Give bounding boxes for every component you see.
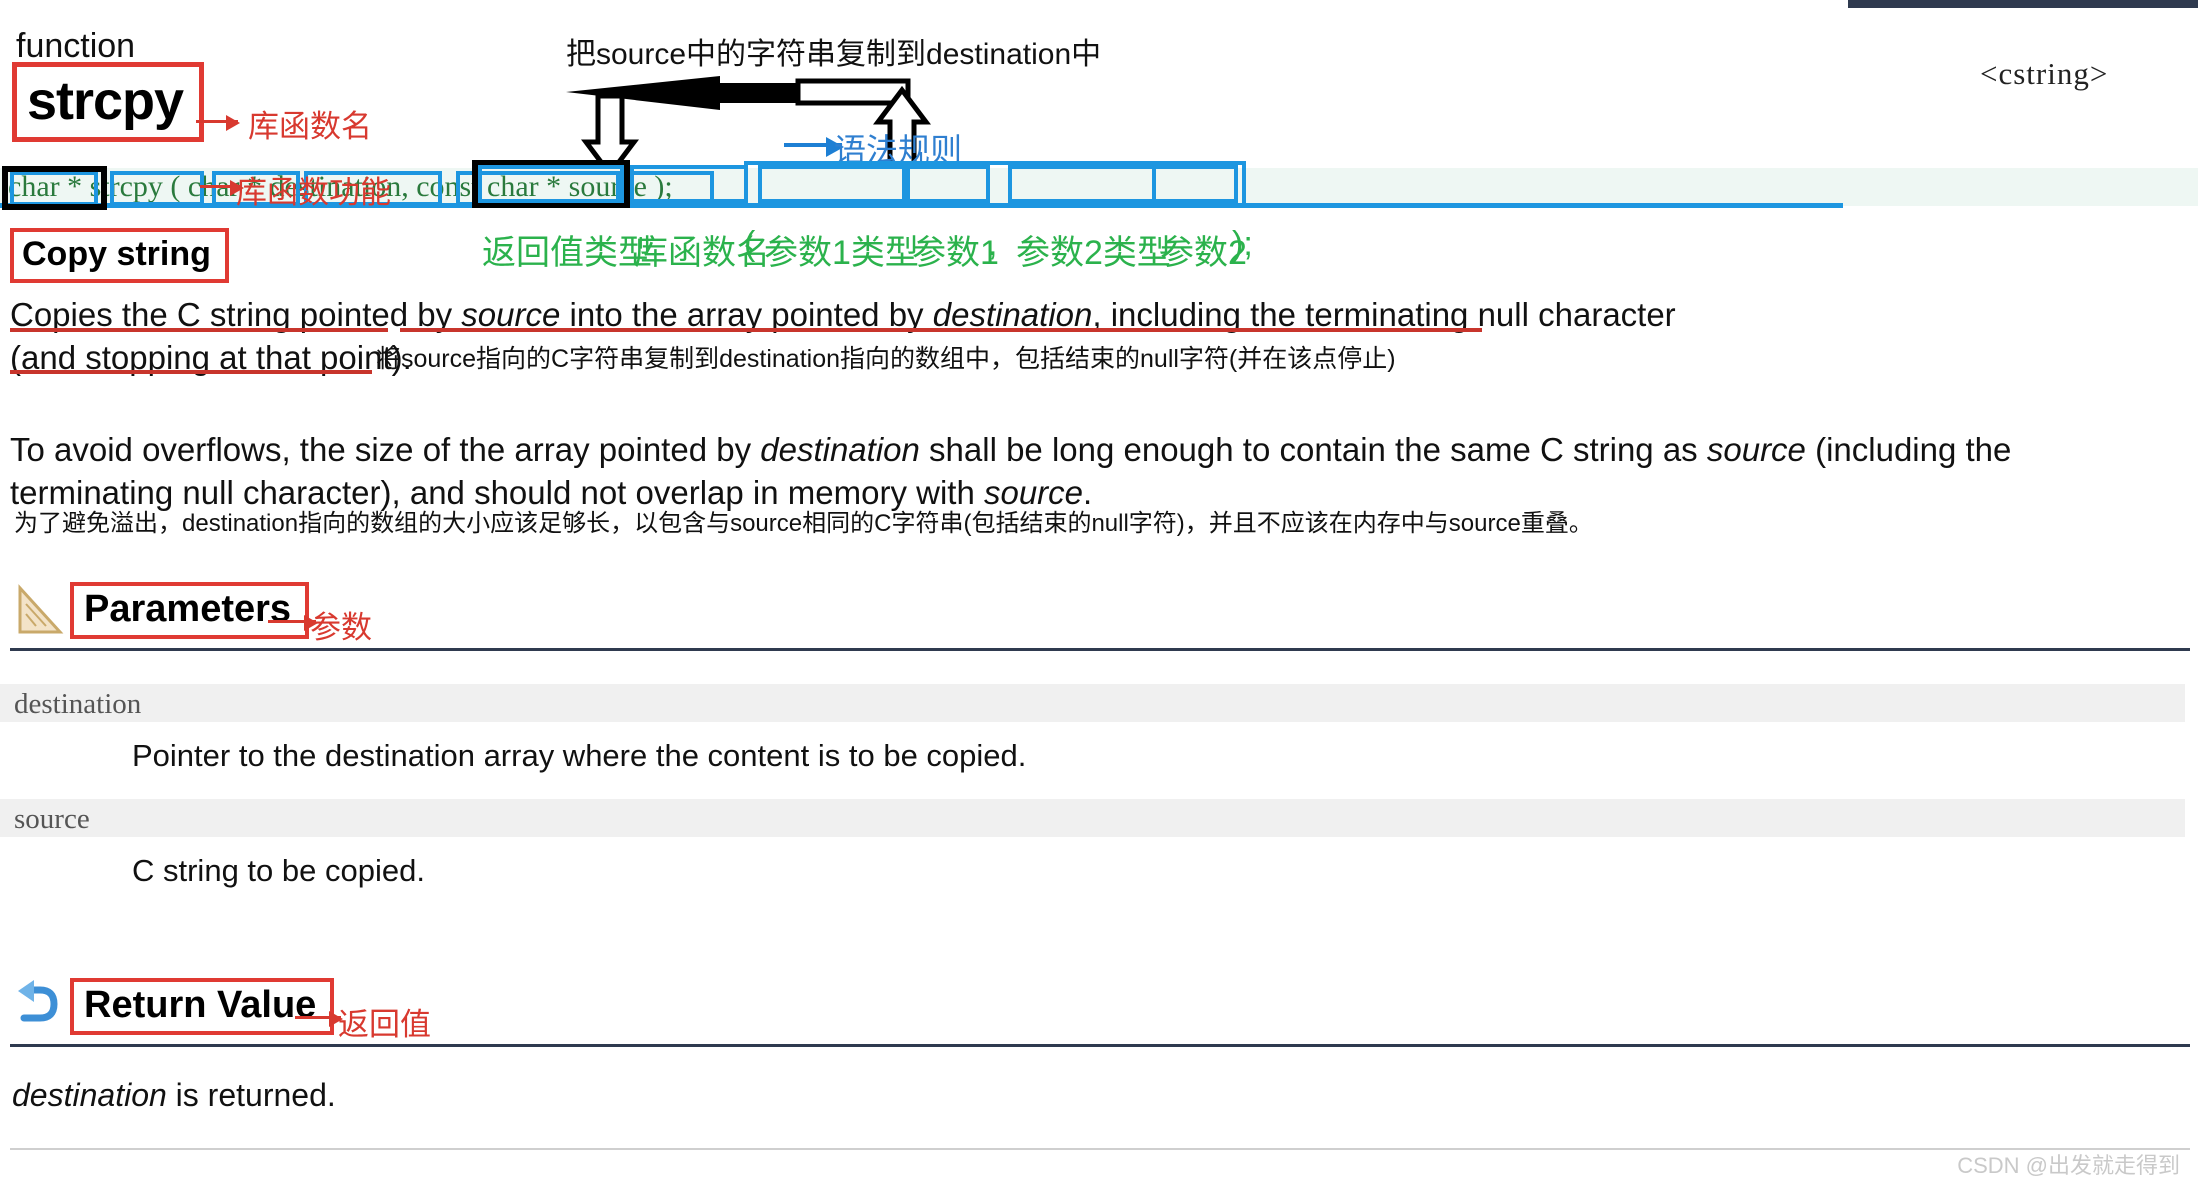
annotation-label-summary: 库函数功能 [236,175,391,210]
function-name-title: strcpy [12,62,205,142]
schema-box-return-type [478,165,624,203]
csdn-watermark: CSDN @出发就走得到 [1957,1153,2180,1178]
description-line-2-cn: 将source指向的C字符串复制到destination指向的数组中，包括结束的… [376,345,1396,373]
description-paragraph-2: To avoid overflows, the size of the arra… [10,428,2150,514]
return-value-section-rule [10,1044,2190,1047]
top-annotation-text: 把source中的字符串复制到destination中 [566,38,1102,71]
schema-box-all-params [744,161,1246,207]
parameters-heading: Parameters [70,582,310,639]
schema-param1-type: 参数1类型 [764,234,919,272]
desc-underline-1 [10,328,388,332]
parameter-name-band-2 [0,799,2185,837]
top-rule [1848,0,2198,8]
parameters-section-rule [10,648,2190,651]
return-value-heading: Return Value [70,978,335,1035]
annotation-arrow-function-name [196,115,240,131]
schema-close-paren: ); [1232,225,1253,263]
desc2-text-a: To avoid overflows, the size of the arra… [10,431,761,468]
annotation-label-parameters: 参数 [310,610,372,645]
annotation-label-function-name: 库函数名 [248,109,372,144]
schema-comma: , [988,225,998,263]
schema-open-paren: ( [744,225,756,263]
bottom-rule [10,1148,2190,1150]
return-arrow-icon [18,980,58,1022]
schema-param2-type: 参数2类型 [1016,234,1171,272]
desc2-em-source-1: source [1706,431,1806,468]
desc2-text-d: . [1083,474,1093,511]
desc2-em-source-2: source [983,474,1084,511]
function-summary-title: Copy string [10,228,229,283]
desc2-text-b: shall be long enough to contain the same… [919,431,1698,468]
page-kind-label: function [16,27,136,65]
desc2-em-destination: destination [760,431,920,468]
ruler-triangle-icon [18,584,64,634]
return-value-text: destination is returned. [12,1077,336,1114]
include-header-label: <cstring> [1980,56,2109,91]
annotation-arrow-return-value [295,1011,343,1027]
return-value-em-destination: destination [12,1077,167,1113]
parameter-desc-destination: Pointer to the destination array where t… [132,738,1027,773]
parameter-desc-source: C string to be copied. [132,853,425,888]
desc-underline-2 [400,328,1482,332]
parameter-name-destination: destination [14,688,142,720]
schema-return-type: 返回值类型 [482,234,652,272]
description-paragraph-2-cn: 为了避免溢出，destination指向的数组的大小应该足够长，以包含与sour… [14,510,1593,537]
schema-box-func-name [630,165,748,203]
desc-underline-3 [10,370,372,374]
annotation-label-return-value: 返回值 [338,1007,431,1042]
parameter-name-band-1 [0,684,2185,722]
return-value-rest: is returned. [166,1077,336,1113]
parameter-name-source: source [14,803,90,835]
document-page: function strcpy <cstring> 库函数名 把source中的… [0,0,2198,1194]
annotation-arrow-parameters [268,615,318,631]
schema-param1: 参数1 [912,234,999,272]
